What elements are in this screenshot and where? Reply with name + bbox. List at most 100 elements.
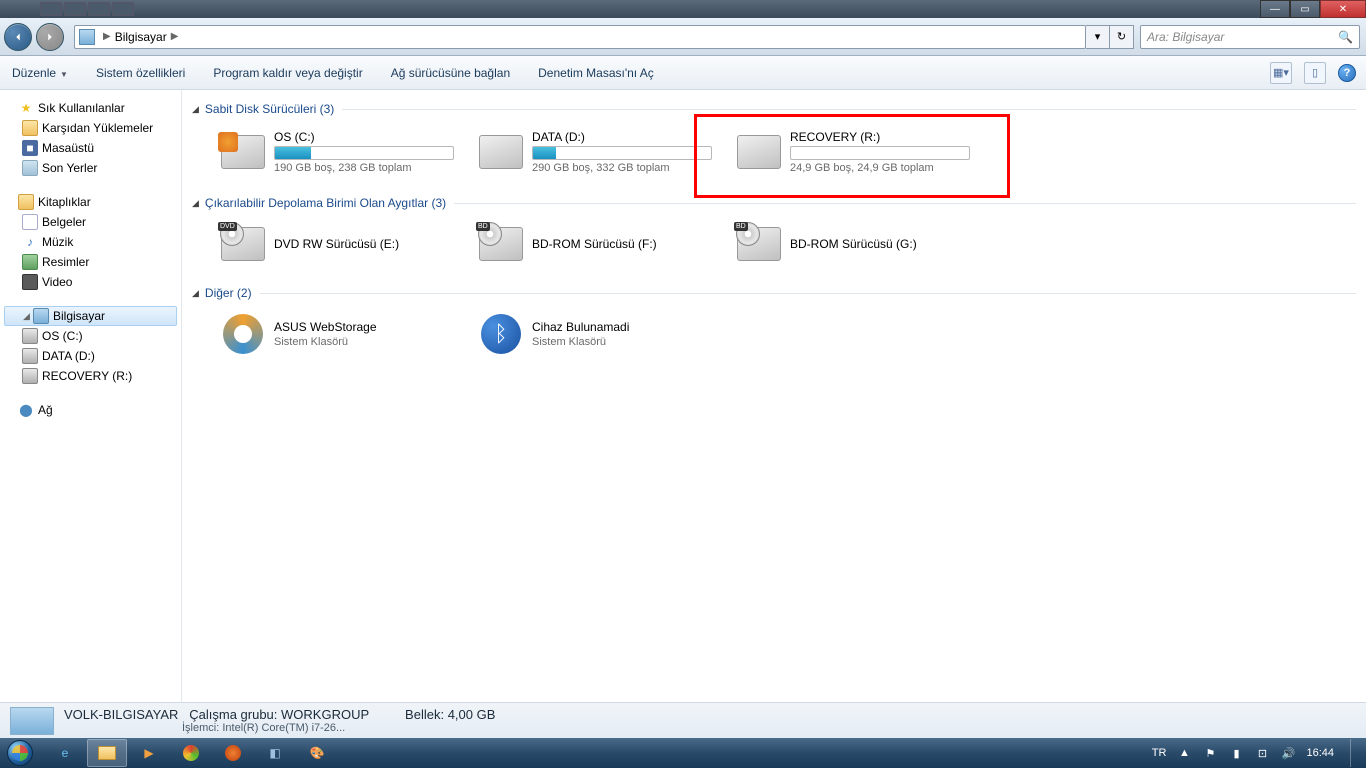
drive-capacity: 290 GB boş, 332 GB toplam bbox=[532, 162, 720, 174]
search-input[interactable]: Ara: Bilgisayar 🔍 bbox=[1140, 25, 1360, 49]
open-control-panel-button[interactable]: Denetim Masası'nı Aç bbox=[536, 62, 656, 84]
drive-label: BD-ROM Sürücüsü (F:) bbox=[532, 237, 720, 251]
breadcrumb-item[interactable]: Bilgisayar bbox=[115, 30, 167, 44]
maximize-button[interactable]: ▭ bbox=[1290, 0, 1320, 18]
hdd-icon bbox=[737, 135, 781, 169]
map-network-drive-button[interactable]: Ağ sürücüsüne bağlan bbox=[389, 62, 512, 84]
cpu-key: İşlemci: bbox=[182, 722, 219, 734]
windows-orb-icon bbox=[7, 740, 33, 766]
webstorage-icon bbox=[223, 314, 263, 354]
system-properties-button[interactable]: Sistem özellikleri bbox=[94, 62, 187, 84]
capacity-bar bbox=[532, 146, 712, 160]
drive-d[interactable]: DATA (D:) 290 GB boş, 332 GB toplam bbox=[474, 126, 724, 178]
view-options-button[interactable]: ▦▾ bbox=[1270, 62, 1292, 84]
tray-up-icon[interactable]: ▲ bbox=[1176, 745, 1192, 761]
drive-f[interactable]: BD BD-ROM Sürücüsü (F:) bbox=[474, 220, 724, 268]
navigation-pane: ★Sık Kullanılanlar Karşıdan Yüklemeler ■… bbox=[0, 90, 182, 702]
help-button[interactable]: ? bbox=[1338, 64, 1356, 82]
drive-capacity: 24,9 GB boş, 24,9 GB toplam bbox=[790, 162, 978, 174]
forward-button[interactable] bbox=[36, 23, 64, 51]
sidebar-item-downloads[interactable]: Karşıdan Yüklemeler bbox=[0, 118, 181, 138]
cpu-val: Intel(R) Core(TM) i7-26... bbox=[222, 722, 345, 734]
sidebar-item-drive-r[interactable]: RECOVERY (R:) bbox=[0, 366, 181, 386]
power-icon[interactable]: ▮ bbox=[1228, 745, 1244, 761]
sidebar-item-documents[interactable]: Belgeler bbox=[0, 212, 181, 232]
taskbar-explorer[interactable] bbox=[87, 739, 127, 767]
sidebar-item-drive-c[interactable]: OS (C:) bbox=[0, 326, 181, 346]
network-tray-icon[interactable]: ⊡ bbox=[1254, 745, 1270, 761]
workgroup-key: Çalışma grubu: bbox=[189, 707, 277, 722]
taskbar-chrome[interactable] bbox=[171, 739, 211, 767]
minimize-button[interactable]: — bbox=[1260, 0, 1290, 18]
drive-label: DATA (D:) bbox=[532, 130, 720, 144]
drive-icon bbox=[22, 368, 38, 384]
video-icon bbox=[22, 274, 38, 290]
music-icon: ♪ bbox=[22, 234, 38, 250]
group-hdd-header[interactable]: ◢Sabit Disk Sürücüleri (3) bbox=[192, 96, 1356, 122]
taskbar-app[interactable]: ◧ bbox=[255, 739, 295, 767]
refresh-button[interactable]: ↻ bbox=[1110, 25, 1134, 49]
sidebar-item-music[interactable]: ♪Müzik bbox=[0, 232, 181, 252]
sidebar-item-recent[interactable]: Son Yerler bbox=[0, 158, 181, 178]
sidebar-item-network[interactable]: ⬤Ağ bbox=[0, 400, 181, 420]
bluetooth-icon: ᛒ bbox=[481, 314, 521, 354]
computer-icon bbox=[33, 308, 49, 324]
dropdown-button[interactable]: ▾ bbox=[1086, 25, 1110, 49]
sidebar-item-desktop[interactable]: ■Masaüstü bbox=[0, 138, 181, 158]
address-bar[interactable]: ▶ Bilgisayar ▶ bbox=[74, 25, 1086, 49]
item-bluetooth[interactable]: ᛒ Cihaz Bulunamadi Sistem Klasörü bbox=[474, 310, 724, 358]
action-center-icon[interactable]: ⚑ bbox=[1202, 745, 1218, 761]
capacity-bar bbox=[790, 146, 970, 160]
star-icon: ★ bbox=[18, 100, 34, 116]
memory-val: 4,00 GB bbox=[448, 707, 496, 722]
favorites-group[interactable]: ★Sık Kullanılanlar bbox=[0, 98, 181, 118]
drive-c[interactable]: OS (C:) 190 GB boş, 238 GB toplam bbox=[216, 126, 466, 178]
folder-icon bbox=[22, 120, 38, 136]
hdd-icon bbox=[221, 135, 265, 169]
sidebar-item-computer[interactable]: ◢Bilgisayar bbox=[4, 306, 177, 326]
preview-pane-button[interactable]: ▯ bbox=[1304, 62, 1326, 84]
workgroup-val: WORKGROUP bbox=[281, 707, 369, 722]
taskbar-firefox[interactable] bbox=[213, 739, 253, 767]
clock[interactable]: 16:44 bbox=[1306, 747, 1334, 759]
command-bar: Düzenle▼ Sistem özellikleri Program kald… bbox=[0, 56, 1366, 90]
drive-e[interactable]: DVD DVD RW Sürücüsü (E:) bbox=[216, 220, 466, 268]
search-placeholder: Ara: Bilgisayar bbox=[1147, 30, 1224, 44]
uninstall-program-button[interactable]: Program kaldır veya değiştir bbox=[211, 62, 364, 84]
drive-label: RECOVERY (R:) bbox=[790, 130, 978, 144]
recent-icon bbox=[22, 160, 38, 176]
memory-key: Bellek: bbox=[405, 707, 444, 722]
back-button[interactable] bbox=[4, 23, 32, 51]
pc-name: VOLK-BILGISAYAR bbox=[64, 707, 178, 722]
group-other-header[interactable]: ◢Diğer (2) bbox=[192, 280, 1356, 306]
search-icon: 🔍 bbox=[1338, 30, 1353, 44]
computer-icon bbox=[79, 29, 95, 45]
libraries-group[interactable]: Kitaplıklar bbox=[0, 192, 181, 212]
computer-thumb-icon bbox=[10, 707, 54, 735]
capacity-bar bbox=[274, 146, 454, 160]
group-removable-header[interactable]: ◢Çıkarılabilir Depolama Birimi Olan Aygı… bbox=[192, 190, 1356, 216]
folder-icon bbox=[98, 746, 116, 760]
sidebar-item-drive-d[interactable]: DATA (D:) bbox=[0, 346, 181, 366]
sidebar-item-video[interactable]: Video bbox=[0, 272, 181, 292]
start-button[interactable] bbox=[0, 738, 40, 768]
nav-bar: ▶ Bilgisayar ▶ ▾ ↻ Ara: Bilgisayar 🔍 bbox=[0, 18, 1366, 56]
organize-menu[interactable]: Düzenle▼ bbox=[10, 62, 70, 84]
dvd-icon: DVD bbox=[221, 227, 265, 261]
volume-icon[interactable]: 🔊 bbox=[1280, 745, 1296, 761]
drive-icon bbox=[22, 328, 38, 344]
hdd-icon bbox=[479, 135, 523, 169]
item-asus-webstorage[interactable]: ASUS WebStorage Sistem Klasörü bbox=[216, 310, 466, 358]
taskbar-mediaplayer[interactable]: ▶ bbox=[129, 739, 169, 767]
drive-r[interactable]: RECOVERY (R:) 24,9 GB boş, 24,9 GB topla… bbox=[732, 126, 982, 178]
close-button[interactable]: ✕ bbox=[1320, 0, 1366, 18]
taskbar-paint[interactable]: 🎨 bbox=[297, 739, 337, 767]
sidebar-item-pictures[interactable]: Resimler bbox=[0, 252, 181, 272]
show-desktop-button[interactable] bbox=[1350, 739, 1358, 767]
drive-label: OS (C:) bbox=[274, 130, 462, 144]
item-label: ASUS WebStorage bbox=[274, 320, 462, 334]
taskbar-ie[interactable]: e bbox=[45, 739, 85, 767]
drive-capacity: 190 GB boş, 238 GB toplam bbox=[274, 162, 462, 174]
language-indicator[interactable]: TR bbox=[1152, 747, 1167, 759]
drive-g[interactable]: BD BD-ROM Sürücüsü (G:) bbox=[732, 220, 982, 268]
